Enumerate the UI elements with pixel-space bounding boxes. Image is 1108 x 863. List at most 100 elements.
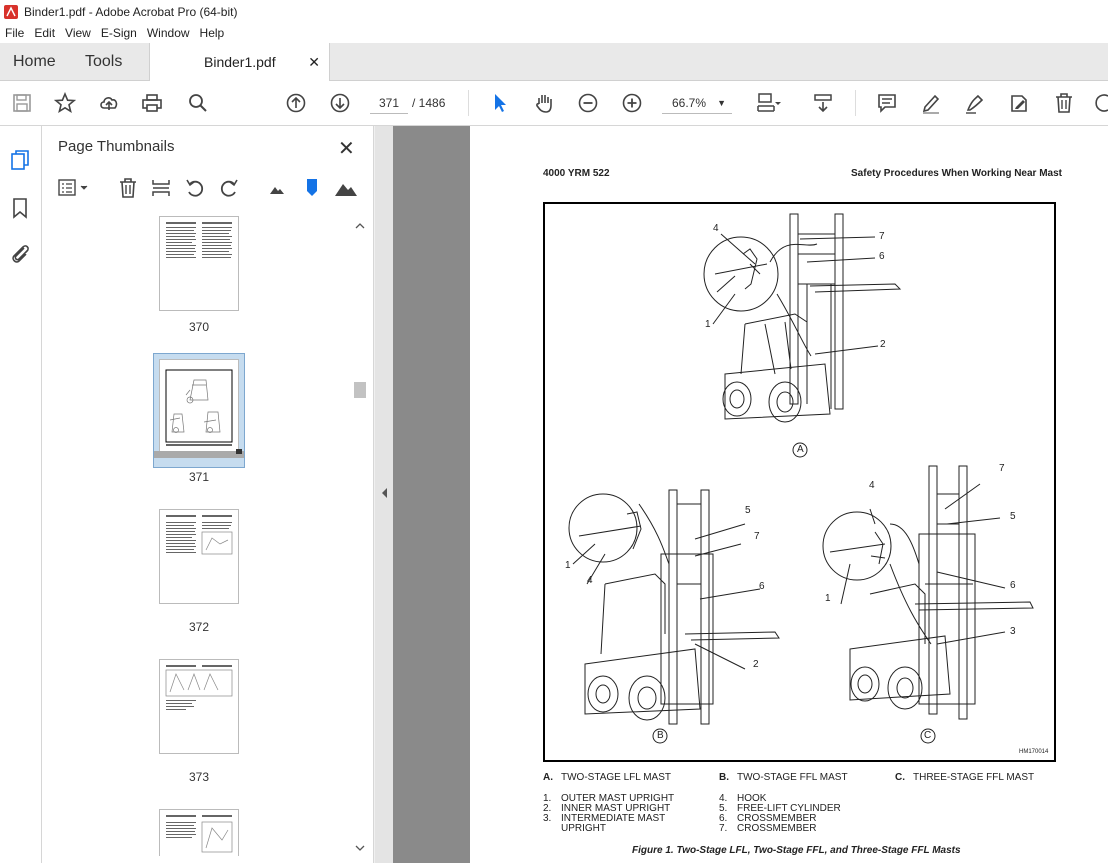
view-label-a: A — [797, 444, 804, 455]
panel-title: Page Thumbnails — [58, 138, 175, 155]
callout-6: 6 — [759, 581, 765, 592]
tab-home[interactable]: Home — [13, 43, 56, 81]
cloud-upload-icon[interactable] — [96, 90, 122, 116]
page-down-icon[interactable] — [327, 90, 353, 116]
large-thumbnails-icon[interactable] — [334, 177, 358, 199]
print-icon[interactable] — [139, 90, 165, 116]
small-thumbnails-icon[interactable] — [268, 179, 286, 197]
delete-icon[interactable] — [1051, 90, 1077, 116]
comment-icon[interactable] — [874, 90, 900, 116]
star-icon[interactable] — [52, 90, 78, 116]
more-tools-icon[interactable] — [1092, 90, 1108, 116]
highlight-pen-icon[interactable] — [918, 90, 944, 116]
thumbnail-options-icon[interactable] — [57, 177, 93, 199]
thumbnail-preview — [166, 815, 233, 853]
resize-handle[interactable] — [236, 449, 242, 454]
thumbnail-view-region — [154, 451, 244, 458]
panel-splitter[interactable] — [375, 126, 393, 863]
zoom-level-select[interactable]: 66.7% ▼ — [662, 92, 732, 114]
thumbnail-list: 370 371 372 373 — [42, 216, 360, 856]
title-bar: Binder1.pdf - Adobe Acrobat Pro (64-bit) — [0, 0, 1108, 23]
save-icon[interactable] — [9, 90, 35, 116]
page-total: / 1486 — [412, 96, 446, 110]
callout-1: 1 — [825, 593, 831, 604]
part-label: CROSSMEMBER — [737, 823, 817, 834]
thumbnail-preview — [166, 222, 232, 258]
thumbnail-label: 373 — [188, 770, 210, 784]
callout-1: 1 — [565, 560, 571, 571]
view-label-c: C — [924, 730, 932, 741]
rotate-ccw-icon[interactable] — [184, 177, 206, 199]
scroll-thumb[interactable] — [354, 382, 366, 398]
delete-page-icon[interactable] — [117, 177, 139, 199]
thumbnail-page-374[interactable] — [159, 809, 239, 856]
part-num: 7. — [719, 823, 728, 834]
mast-key-b: B. — [719, 772, 729, 783]
select-cursor-icon[interactable] — [487, 90, 513, 116]
panel-close-icon[interactable]: ✕ — [338, 136, 355, 161]
insert-page-icon[interactable] — [150, 177, 172, 199]
part-label: UPRIGHT — [561, 823, 606, 834]
callout-2: 2 — [880, 339, 886, 350]
thumbnail-page-370[interactable] — [159, 216, 239, 311]
tab-document[interactable]: Binder1.pdf ✕ — [149, 43, 330, 82]
scroll-down-icon[interactable] — [354, 842, 366, 854]
document-viewer[interactable]: 4000 YRM 522 Safety Procedures When Work… — [393, 126, 1108, 863]
tab-close-icon[interactable]: ✕ — [308, 43, 320, 81]
mast-key-c: C. — [895, 772, 905, 783]
menu-help[interactable]: Help — [195, 26, 230, 40]
tab-tools[interactable]: Tools — [85, 43, 122, 81]
chevron-down-icon: ▼ — [717, 98, 726, 108]
menu-file[interactable]: File — [0, 26, 29, 40]
rotate-cw-icon[interactable] — [218, 177, 240, 199]
page-up-icon[interactable] — [283, 90, 309, 116]
thumbnail-scrollbar[interactable] — [354, 220, 366, 857]
tab-bar: Home Tools Binder1.pdf ✕ — [0, 43, 1108, 82]
callout-3: 3 — [1010, 626, 1016, 637]
page-header-left: 4000 YRM 522 — [543, 168, 610, 179]
menu-bar: File Edit View E-Sign Window Help — [0, 23, 1108, 43]
left-rail — [0, 126, 42, 863]
hand-tool-icon[interactable] — [531, 90, 557, 116]
figure-frame: 4 7 6 1 2 A 5 7 1 4 6 2 B 4 7 5 1 6 3 C … — [543, 202, 1056, 762]
scroll-mode-icon[interactable] — [810, 90, 836, 116]
figure-caption: Figure 1. Two-Stage LFL, Two-Stage FFL, … — [632, 845, 961, 856]
page-header-right: Safety Procedures When Working Near Mast — [851, 168, 1062, 179]
zoom-out-icon[interactable] — [575, 90, 601, 116]
acrobat-icon — [4, 4, 18, 19]
callout-6: 6 — [1010, 580, 1016, 591]
thumbnail-label: 370 — [188, 320, 210, 334]
search-icon[interactable] — [185, 90, 211, 116]
menu-view[interactable]: View — [60, 26, 96, 40]
callout-5: 5 — [1010, 511, 1016, 522]
callout-6: 6 — [879, 251, 885, 262]
thumbnail-preview — [165, 369, 233, 446]
page-number-input[interactable]: 371 — [370, 92, 408, 114]
edit-pdf-icon[interactable] — [1006, 90, 1032, 116]
page-thumbnails-icon[interactable] — [8, 148, 32, 172]
thumbnail-page-371[interactable] — [159, 359, 239, 454]
toolbar-divider — [855, 90, 856, 116]
zoom-in-icon[interactable] — [619, 90, 645, 116]
sign-icon[interactable] — [962, 90, 988, 116]
page-fit-chevron-icon[interactable] — [771, 90, 785, 116]
scroll-up-icon[interactable] — [354, 220, 366, 232]
thumbnail-label: 371 — [188, 470, 210, 484]
menu-window[interactable]: Window — [142, 26, 195, 40]
thumbnail-preview — [165, 665, 233, 710]
tab-document-label: Binder1.pdf — [204, 54, 276, 70]
mast-key-a: A. — [543, 772, 553, 783]
collapse-panel-icon[interactable] — [379, 486, 389, 500]
thumbnail-page-373[interactable] — [159, 659, 239, 754]
mast-label-b: TWO-STAGE FFL MAST — [737, 772, 848, 783]
toolbar-divider — [468, 90, 469, 116]
forklift-mast-illustration — [568, 213, 1034, 744]
thumbnail-page-372[interactable] — [159, 509, 239, 604]
callout-1: 1 — [705, 319, 711, 330]
panel-toolbar — [42, 174, 374, 204]
attachment-icon[interactable] — [8, 241, 32, 265]
thumbnail-size-slider-icon[interactable] — [301, 177, 323, 199]
menu-edit[interactable]: Edit — [29, 26, 60, 40]
menu-esign[interactable]: E-Sign — [96, 26, 142, 40]
bookmark-icon[interactable] — [8, 196, 32, 220]
